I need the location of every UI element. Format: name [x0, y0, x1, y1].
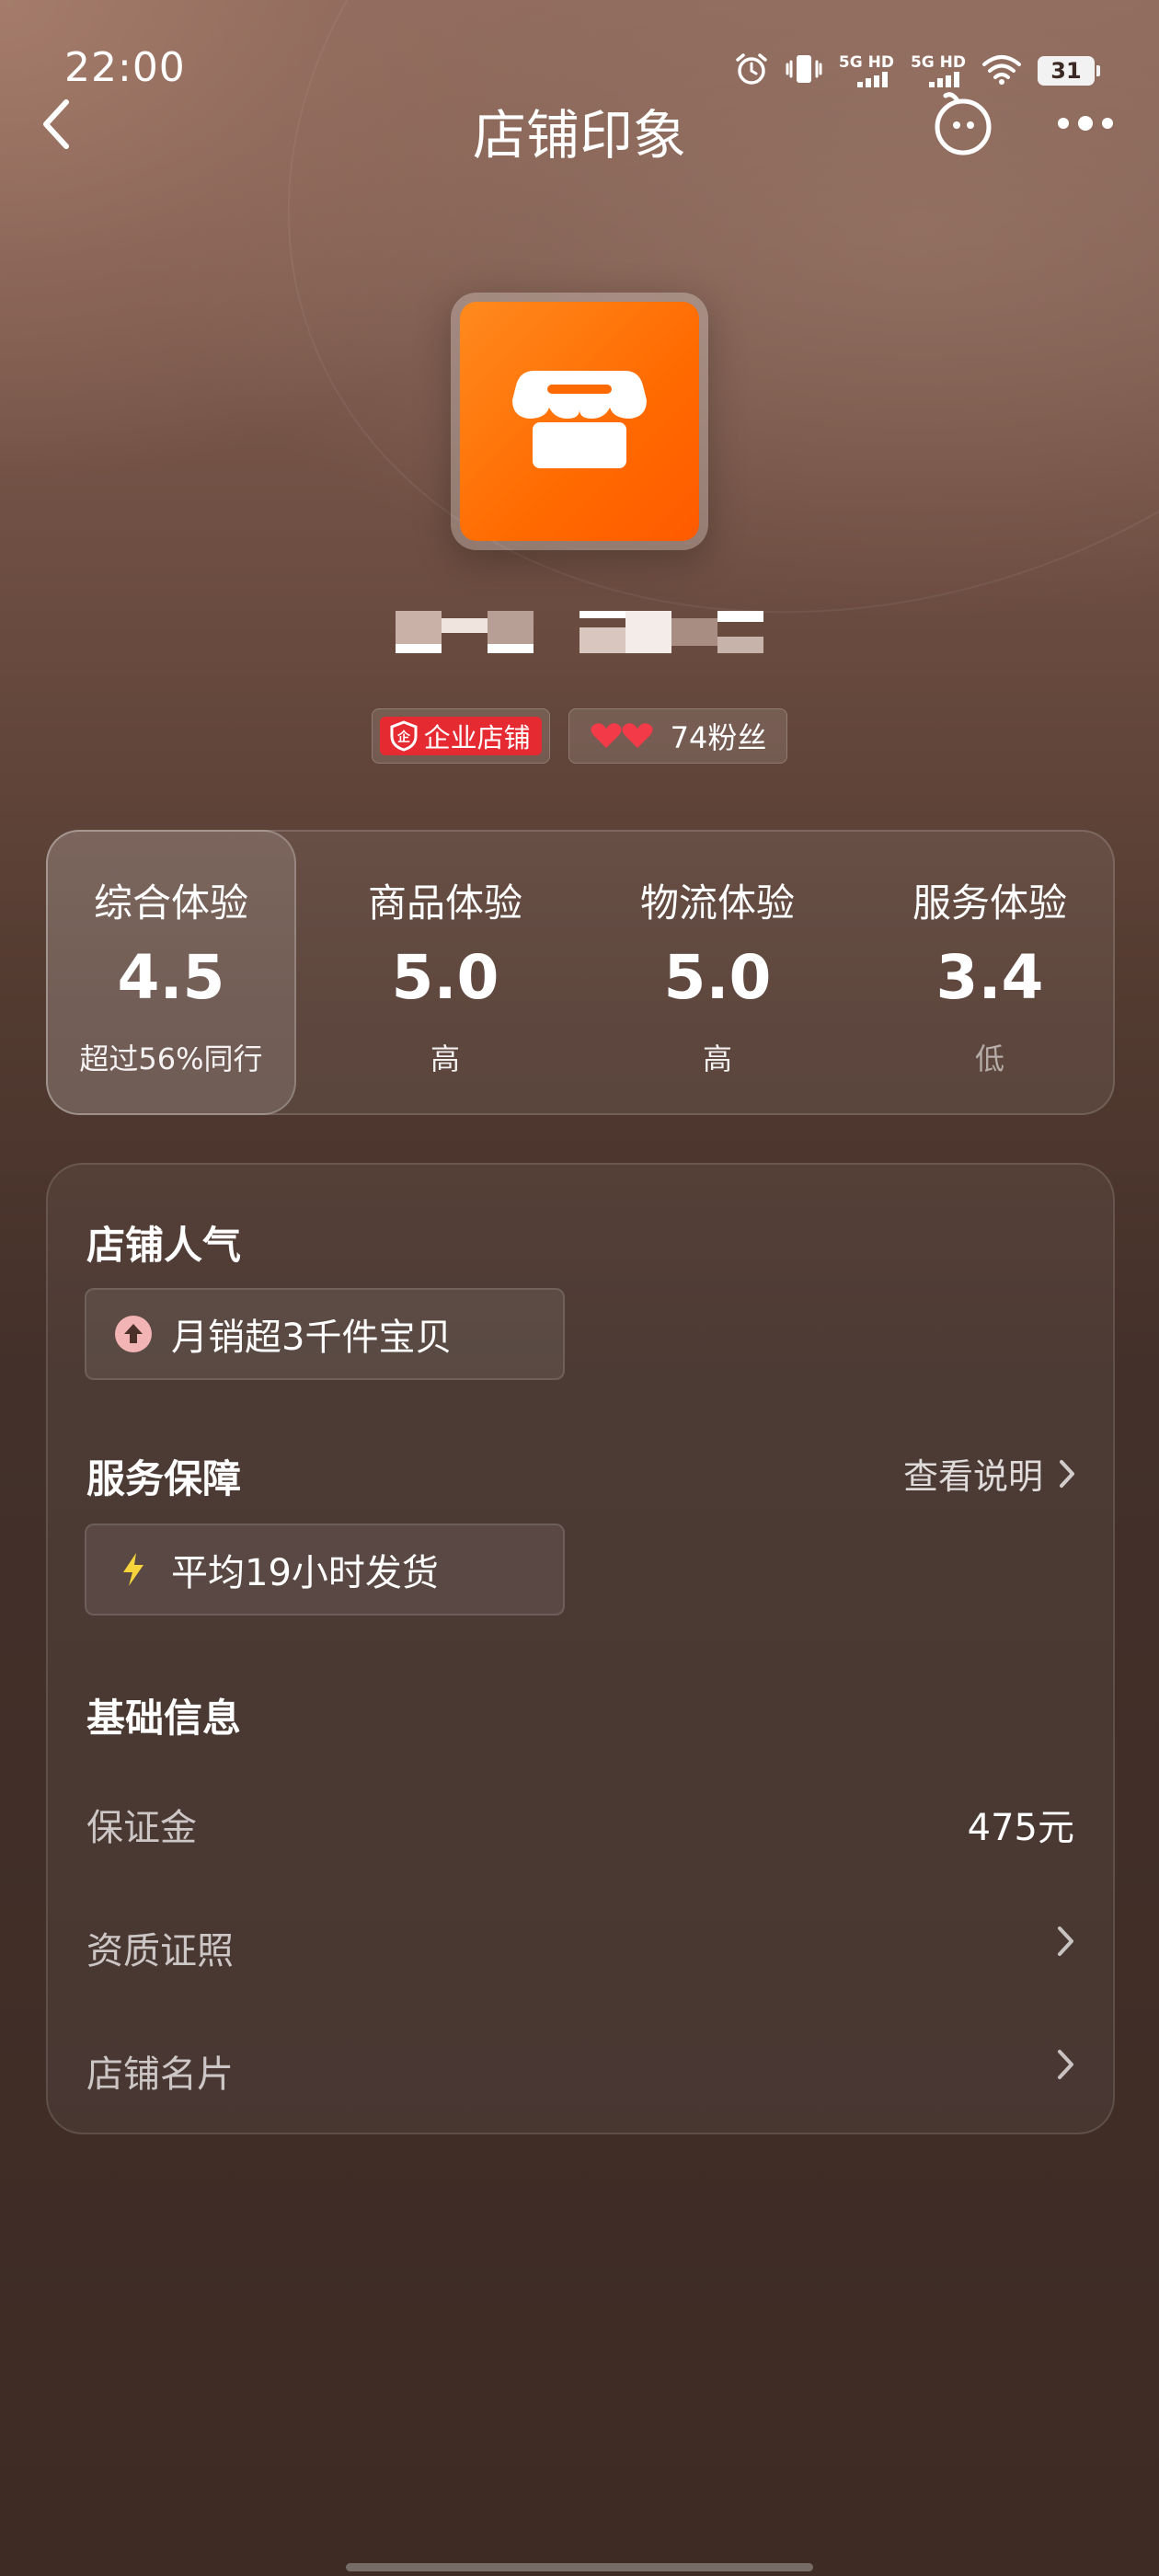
service-info-link[interactable]: 查看说明 [903, 1448, 1076, 1499]
chevron-right-icon [1058, 1926, 1073, 1956]
svg-text:企: 企 [396, 730, 411, 745]
experience-sub: 高 [702, 1041, 732, 1076]
experience-sub: 低 [974, 1041, 1004, 1076]
shield-icon: 企 [390, 720, 418, 752]
experience-label: 服务体验 [912, 880, 1067, 926]
deposit-value: 475元 [967, 1807, 1074, 1849]
experience-score: 5.0 [391, 942, 499, 1013]
fans-badge: 74粉丝 [568, 708, 788, 764]
service-title: 服务保障 [86, 1456, 242, 1501]
lightning-icon [123, 1553, 143, 1586]
chevron-right-icon [1060, 1459, 1074, 1488]
enterprise-badge: 企 企业店铺 [371, 708, 550, 764]
experience-label: 综合体验 [93, 880, 248, 926]
deposit-label: 保证金 [86, 1807, 197, 1849]
experience-score: 5.0 [663, 942, 772, 1013]
shop-badges: 企 企业店铺 74粉丝 [0, 708, 1159, 764]
customer-service-button[interactable] [929, 90, 997, 158]
experience-label: 物流体验 [639, 880, 795, 926]
shop-name-redacted [396, 611, 763, 653]
more-dot-icon [1078, 116, 1093, 131]
experience-overall[interactable]: 综合体验 4.5 超过56%同行 [46, 830, 296, 1115]
shop-logo [460, 302, 699, 541]
shop-logo-frame [451, 293, 708, 550]
service-chip-label: 平均19小时发货 [171, 1552, 439, 1594]
experience-score: 4.5 [117, 942, 225, 1013]
chevron-right-icon [1058, 2050, 1073, 2079]
experience-label: 商品体验 [367, 880, 522, 926]
service-chip: 平均19小时发货 [85, 1524, 565, 1616]
basic-info-title: 基础信息 [86, 1696, 242, 1741]
popularity-chip-label: 月销超3千件宝贝 [171, 1317, 453, 1359]
popularity-title: 店铺人气 [86, 1223, 242, 1268]
more-dot-icon [1102, 118, 1113, 129]
more-dot-icon [1058, 118, 1069, 129]
arrow-up-circle-icon [115, 1316, 152, 1352]
smiley-face-icon [935, 92, 992, 155]
home-indicator[interactable] [346, 2563, 813, 2571]
experience-score: 3.4 [935, 942, 1044, 1013]
experience-product[interactable]: 商品体验 5.0 高 [307, 832, 583, 1113]
more-options-button[interactable] [1049, 105, 1122, 142]
nav-bar: 店铺印象 [0, 83, 1159, 167]
battery-indicator: 31 [1038, 56, 1100, 86]
hearts-icon [591, 723, 653, 748]
shop-info-card: 店铺人气 月销超3千件宝贝 服务保障 查看说明 平均19小时发货 基础信息 保证… [46, 1163, 1115, 2134]
experience-scores-card: 综合体验 4.5 超过56%同行 商品体验 5.0 高 物流体验 5.0 高 服… [46, 830, 1115, 1115]
fans-count: 74粉丝 [670, 720, 767, 755]
experience-service[interactable]: 服务体验 3.4 低 [852, 832, 1128, 1113]
shop-card-row[interactable]: 店铺名片 [48, 2015, 1113, 2107]
license-row[interactable]: 资质证照 [48, 1892, 1113, 1984]
popularity-chip: 月销超3千件宝贝 [85, 1288, 565, 1380]
enterprise-badge-label: 企业店铺 [423, 722, 531, 753]
experience-sub: 高 [430, 1041, 460, 1076]
storefront-icon [512, 371, 647, 468]
shop-card-label: 店铺名片 [86, 2053, 234, 2096]
service-info-link-label: 查看说明 [902, 1456, 1043, 1497]
experience-logistics[interactable]: 物流体验 5.0 高 [580, 832, 855, 1113]
experience-sub: 超过56%同行 [79, 1041, 263, 1076]
license-label: 资质证照 [86, 1930, 234, 1972]
